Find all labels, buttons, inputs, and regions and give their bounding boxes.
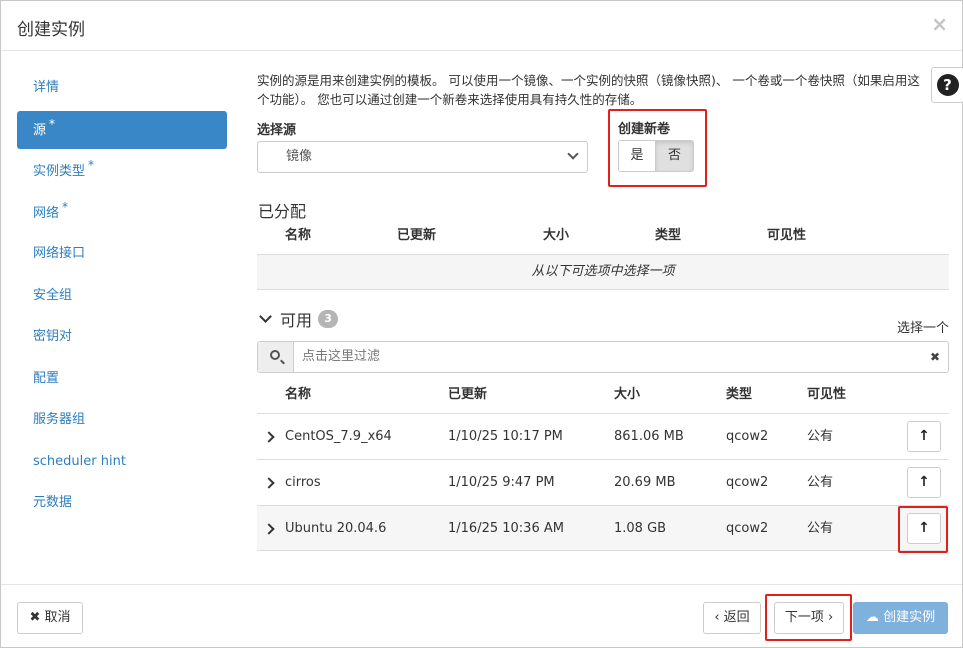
image-visibility: 公有 [807,521,834,536]
allocate-arrow-up-button[interactable]: ↑ [907,421,941,452]
highlight-box-allocate-ubuntu [898,506,948,553]
close-icon[interactable]: × [931,12,948,36]
chevron-left-icon: ‹ [714,610,720,625]
image-type: qcow2 [726,475,769,490]
select-one-hint: 选择一个 [897,321,950,336]
table-row: Ubuntu 20.04.6 1/16/25 10:36 AM 1.08 GB … [257,505,949,551]
close-icon: ✖ [29,610,41,625]
sidebar-item-scheduler-hint[interactable]: scheduler hint [17,443,227,481]
column-header-type: 类型 [655,228,682,243]
source-select[interactable]: 镜像 [257,141,588,173]
allocated-empty-message: 从以下可选项中选择一项 [257,254,949,290]
image-updated: 1/10/25 10:17 PM [448,429,563,444]
column-header-visibility: 可见性 [807,387,847,402]
sidebar-item-server-groups[interactable]: 服务器组 [17,401,227,439]
image-visibility: 公有 [807,429,834,444]
filter-search-bar[interactable]: 点击这里过滤 ✖ [257,341,949,373]
clear-filter-icon[interactable]: ✖ [930,342,940,372]
sidebar-item-security-groups[interactable]: 安全组 [17,277,227,315]
source-description: 实例的源是用来创建实例的模板。 可以使用一个镜像、一个实例的快照（镜像快照)、 … [257,73,920,107]
image-type: qcow2 [726,429,769,444]
sidebar-item-label: 元数据 [33,495,73,510]
table-row: cirros 1/10/25 9:47 PM 20.69 MB qcow2 公有… [257,459,949,505]
filter-addon [258,342,294,372]
image-name: Ubuntu 20.04.6 [285,521,387,536]
column-header-size: 大小 [614,387,641,402]
modal-title: 创建实例 [17,20,85,40]
image-type: qcow2 [726,521,769,536]
available-section-toggle[interactable]: 可用 3 [257,308,339,330]
filter-input[interactable]: 点击这里过滤 [302,342,380,372]
image-visibility: 公有 [807,475,834,490]
available-table-header: 名称 已更新 大小 类型 可见性 [257,381,949,409]
wizard-sidebar: 详情 源 * 实例类型 * 网络 * 网络接口 安全组 密钥对 配置 服务器组 sch… [17,69,227,526]
sidebar-item-networks[interactable]: 网络 * [17,194,227,232]
sidebar-item-label: 源 [33,122,47,138]
sidebar-item-details[interactable]: 详情 [17,69,227,107]
cancel-button[interactable]: ✖ 取消 [17,602,83,634]
source-select-value: 镜像 [286,149,313,164]
image-updated: 1/16/25 10:36 AM [448,521,564,536]
allocated-table-header: 名称 已更新 大小 类型 可见性 [257,222,949,250]
expand-row-icon[interactable] [263,523,275,535]
back-button[interactable]: ‹ 返回 [703,602,761,634]
sidebar-item-label: 网络 [33,205,60,221]
launch-instance-label: 创建实例 [883,610,936,625]
question-icon: ? [936,74,959,96]
cloud-upload-icon: ☁ [865,610,879,625]
expand-row-icon[interactable] [263,431,275,443]
highlight-box-new-volume [608,109,707,187]
column-header-name: 名称 [285,228,312,243]
image-size: 1.08 GB [614,521,667,536]
create-instance-modal: 创建实例 × 详情 源 * 实例类型 * 网络 * 网络接口 安全组 密钥对 配置 服… [0,0,963,648]
sidebar-item-label: scheduler hint [33,453,126,469]
select-source-label: 选择源 [257,123,297,138]
sidebar-item-label: 安全组 [33,287,73,303]
available-count-badge: 3 [318,310,339,328]
image-name: CentOS_7.9_x64 [285,429,392,444]
image-size: 861.06 MB [614,429,684,444]
sidebar-item-label: 配置 [33,370,60,386]
sidebar-item-label: 详情 [33,80,60,95]
column-header-updated: 已更新 [397,228,437,243]
launch-instance-button[interactable]: ☁ 创建实例 [853,602,948,634]
modal-header: 创建实例 × [1,1,962,51]
sidebar-item-network-ports[interactable]: 网络接口 [17,235,227,273]
sidebar-item-configuration[interactable]: 配置 [17,360,227,398]
image-size: 20.69 MB [614,475,676,490]
sidebar-item-label: 密钥对 [33,329,73,344]
help-button[interactable]: ? [931,67,963,103]
allocate-arrow-up-button[interactable]: ↑ [907,467,941,498]
cancel-label: 取消 [44,610,71,625]
back-label: 返回 [723,610,750,625]
column-header-updated: 已更新 [448,387,488,402]
sidebar-item-label: 服务器组 [33,412,86,427]
sidebar-item-metadata[interactable]: 元数据 [17,484,227,522]
chevron-down-icon [259,310,272,323]
highlight-box-next [765,594,852,641]
allocated-title: 已分配 [258,202,307,221]
image-updated: 1/10/25 9:47 PM [448,475,555,490]
table-row: CentOS_7.9_x64 1/10/25 10:17 PM 861.06 M… [257,413,949,459]
image-name: cirros [285,475,321,490]
column-header-size: 大小 [543,228,570,243]
sidebar-item-source[interactable]: 源 * [17,110,227,149]
required-marker: * [88,158,95,172]
search-icon [270,350,280,360]
expand-row-icon[interactable] [263,477,275,489]
required-marker: * [62,199,69,214]
sidebar-item-key-pair[interactable]: 密钥对 [17,318,227,356]
column-header-type: 类型 [726,387,753,402]
available-title: 可用 [280,311,313,330]
sidebar-item-label: 实例类型 [33,164,86,179]
sidebar-item-label: 网络接口 [33,246,86,261]
chevron-down-icon [567,148,579,160]
required-marker: * [49,116,56,131]
column-header-visibility: 可见性 [767,228,807,243]
column-header-name: 名称 [285,387,312,402]
sidebar-item-flavor[interactable]: 实例类型 * [17,152,227,190]
